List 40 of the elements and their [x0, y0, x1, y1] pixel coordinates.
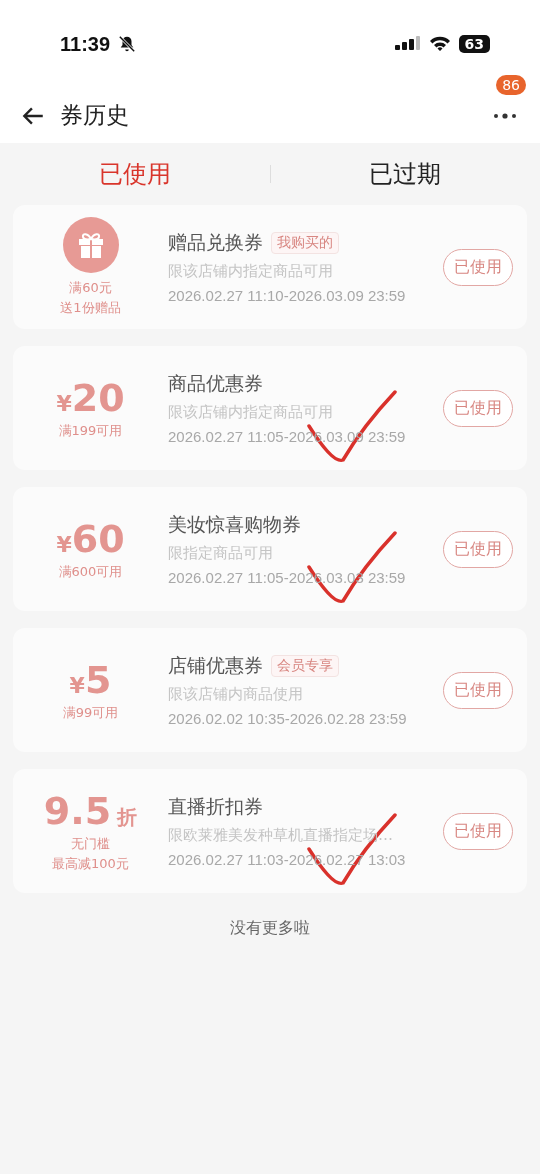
used-button[interactable]: 已使用 [443, 389, 513, 427]
tab[interactable]: 已使用 [0, 157, 270, 191]
used-button[interactable]: 已使用 [443, 530, 513, 568]
battery-level: 63 [458, 35, 490, 53]
coupon-condition: 无门槛 [71, 835, 110, 853]
coupon-tag: 会员专享 [271, 655, 339, 677]
coupon-title: 美妆惊喜购物券 [168, 512, 301, 537]
used-button[interactable]: 已使用 [443, 248, 513, 286]
coupon-amount: 20 [71, 376, 125, 420]
coupon-title: 赠品兑换券 [168, 230, 263, 255]
currency-sign: ¥ [69, 673, 85, 698]
bell-muted-icon [118, 35, 137, 53]
currency-sign: ¥ [56, 532, 72, 557]
coupon-title: 直播折扣券 [168, 794, 263, 819]
coupon-condition: 满60元 [69, 279, 112, 297]
coupon-condition: 满600可用 [58, 563, 123, 581]
tab[interactable]: 已过期 [270, 157, 540, 191]
coupon-period: 2026.02.02 10:35-2026.02.28 23:59 [168, 710, 408, 727]
discount-unit: 折 [117, 804, 138, 831]
status-time: 11:39 [60, 32, 111, 56]
currency-sign: ¥ [56, 391, 72, 416]
coupon-condition: 最高减100元 [52, 855, 129, 873]
wifi-icon [428, 36, 451, 52]
coupon-amount: 5 [84, 658, 112, 702]
coupon-tag: 我购买的 [271, 232, 339, 254]
discount-value: 9.5 [43, 789, 112, 833]
page-title: 券历史 [60, 101, 129, 130]
coupon-title: 店铺优惠券 [168, 653, 263, 678]
gift-icon [62, 217, 119, 273]
more-icon[interactable] [493, 111, 517, 120]
coupon-amount: 60 [71, 517, 125, 561]
used-button[interactable]: 已使用 [443, 671, 513, 709]
coupon-condition: 满199可用 [58, 422, 123, 440]
used-button[interactable]: 已使用 [443, 812, 513, 850]
signal-icon [394, 35, 421, 53]
coupon-condition: 送1份赠品 [60, 299, 121, 317]
coupon-title: 商品优惠券 [168, 371, 263, 396]
coupon-period: 2026.02.27 11:10-2026.03.09 23:59 [168, 287, 407, 304]
coupon-condition: 满99可用 [62, 704, 119, 722]
end-of-list-text: 没有更多啦 [230, 918, 310, 939]
